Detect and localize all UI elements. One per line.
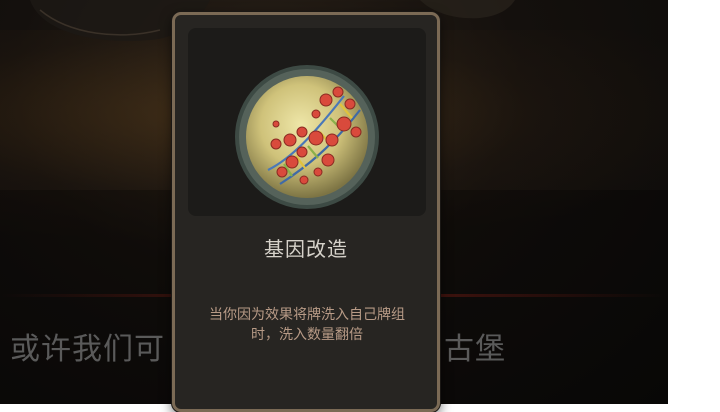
card-title: 基因改造 [264,237,348,261]
dialogue-text-left: 或许我们可 [10,332,165,367]
dna-petri-dish-icon [235,65,379,209]
card-description: 当你因为效果将牌洗入自己牌组时，洗入数量翻倍 [209,307,405,343]
right-margin [668,0,720,404]
card-detail-popup[interactable]: 基因改造 当你因为效果将牌洗入自己牌组时，洗入数量翻倍 [172,12,440,412]
card-art-frame [188,28,426,216]
dialogue-text-right: 古堡 [444,332,506,367]
